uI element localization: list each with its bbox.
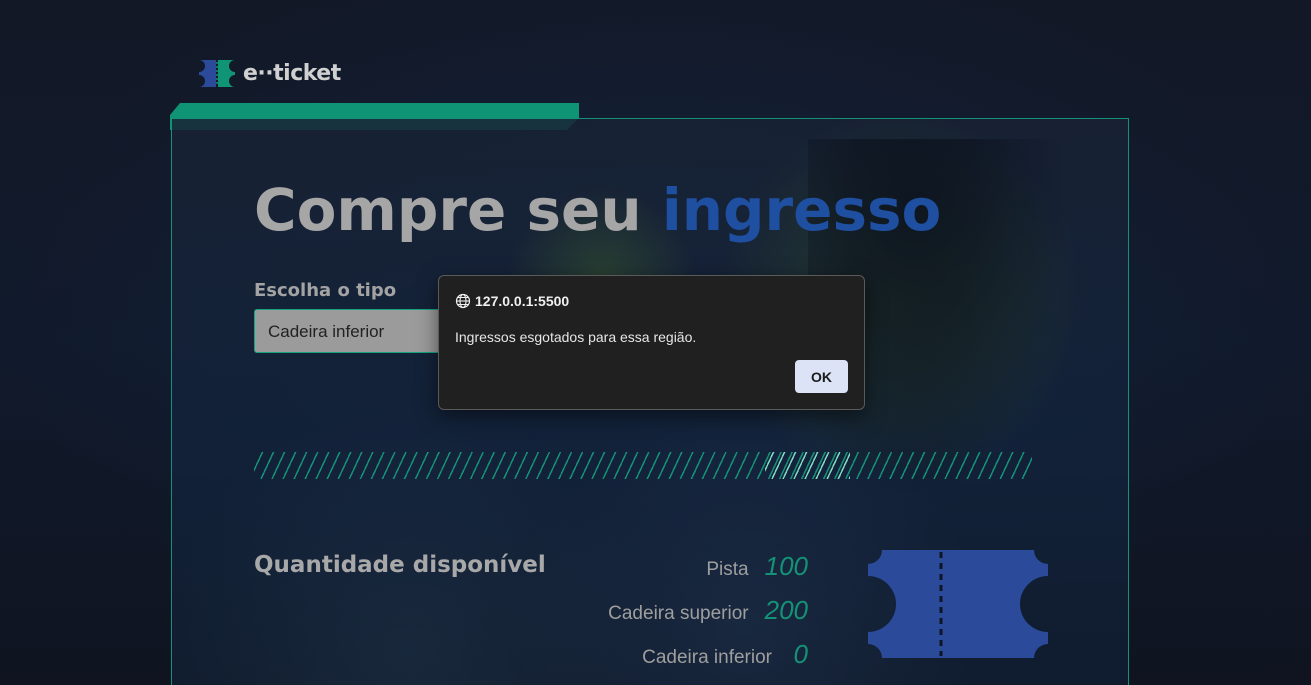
- ticket-icon: [868, 550, 1048, 658]
- ok-button[interactable]: OK: [795, 360, 848, 393]
- globe-icon: [455, 293, 471, 309]
- availability-value: 100: [764, 551, 808, 581]
- page-title-accent: ingresso: [661, 176, 942, 244]
- availability-row-cadeira-superior: Cadeira superior 200: [608, 595, 808, 626]
- availability-title: Quantidade disponível: [254, 552, 546, 578]
- logo[interactable]: e··ticket: [197, 60, 341, 87]
- availability-name: Cadeira superior: [608, 603, 749, 624]
- alert-origin: 127.0.0.1:5500: [455, 293, 569, 309]
- availability-value: 0: [793, 639, 808, 669]
- ticket-type-label: Escolha o tipo: [254, 280, 397, 301]
- hatched-divider: [254, 452, 1032, 479]
- availability-row-cadeira-inferior: Cadeira inferior 0: [642, 639, 808, 670]
- availability-row-pista: Pista 100: [706, 551, 808, 582]
- hatched-divider-highlight: [765, 452, 850, 479]
- page-title: Compre seu ingresso: [254, 176, 942, 244]
- availability-name: Pista: [706, 559, 749, 580]
- ticket-logo-icon: [199, 60, 235, 87]
- alert-origin-text: 127.0.0.1:5500: [475, 293, 570, 309]
- logo-text: e··ticket: [243, 61, 341, 86]
- page: e··ticket Compre seu ingresso Escolha o …: [0, 0, 1311, 685]
- alert-message: Ingressos esgotados para essa região.: [455, 329, 697, 345]
- availability-value: 200: [764, 595, 808, 625]
- availability-name: Cadeira inferior: [642, 647, 772, 668]
- alert-dialog: 127.0.0.1:5500 Ingressos esgotados para …: [438, 275, 865, 410]
